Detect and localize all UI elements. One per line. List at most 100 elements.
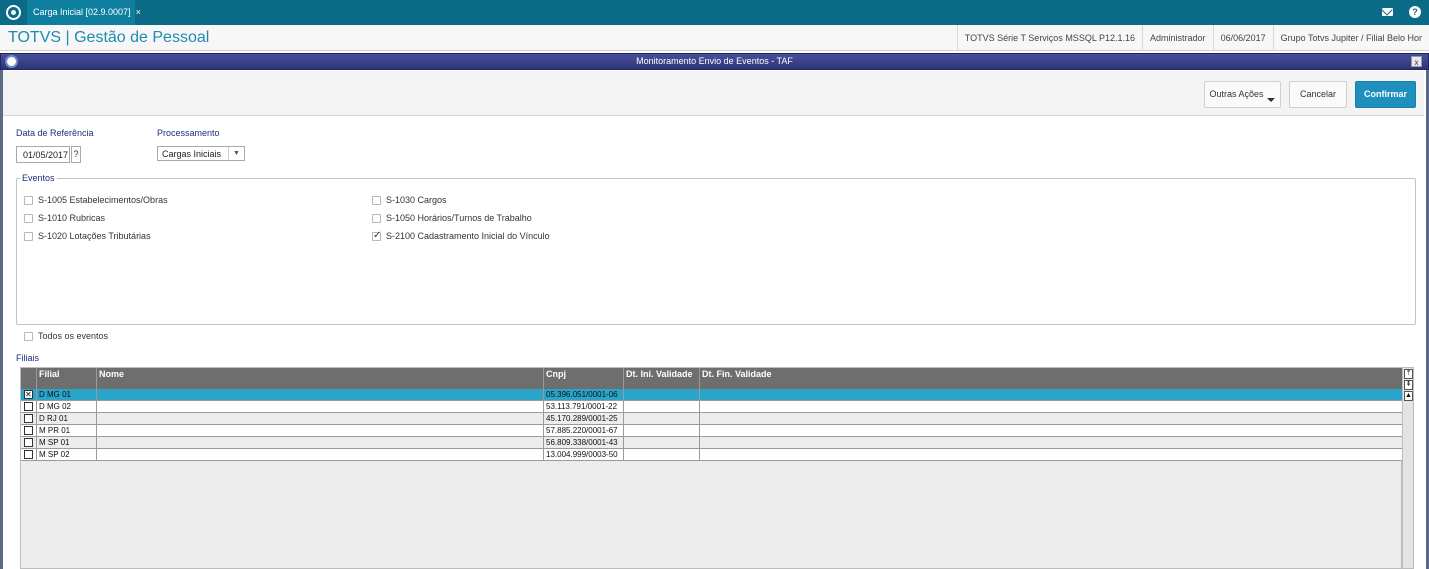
dialog-left-edge	[0, 70, 3, 569]
cell-dt-fin	[700, 437, 1403, 448]
table-row[interactable]: D MG 02 53.113.791/0001-22	[21, 401, 1403, 413]
table-row[interactable]: M PR 01 57.885.220/0001-67	[21, 425, 1403, 437]
dialog-close-button[interactable]: x	[1411, 56, 1422, 67]
table-row[interactable]: D RJ 01 45.170.289/0001-25	[21, 413, 1403, 425]
app-header: TOTVS | Gestão de Pessoal TOTVS Série T …	[0, 25, 1429, 51]
user-info: Administrador	[1142, 25, 1213, 51]
header-dt-fin-validade[interactable]: Dt. Fin. Validade	[700, 368, 1403, 389]
header-filial[interactable]: Filial	[37, 368, 97, 389]
scroll-top-icon[interactable]: ⤒	[1404, 369, 1413, 379]
chevron-down-icon: ▼	[228, 147, 244, 160]
cell-filial: M PR 01	[37, 425, 97, 436]
row-checkbox[interactable]	[24, 390, 33, 399]
date-info: 06/06/2017	[1212, 25, 1273, 51]
event-label-s2100: S-2100 Cadastramento Inicial do Vínculo	[386, 231, 550, 241]
tab-carga-inicial[interactable]: Carga Inicial [02.9.0007] ×	[27, 0, 141, 25]
cell-dt-fin	[700, 413, 1403, 424]
event-checkbox-s1005[interactable]	[24, 196, 33, 205]
cell-cnpj: 13.004.999/0003-50	[544, 449, 624, 460]
cell-dt-fin	[700, 401, 1403, 412]
filiais-title: Filiais	[16, 353, 40, 363]
event-checkbox-s1050[interactable]	[372, 214, 381, 223]
cell-dt-fin	[700, 389, 1403, 400]
row-select-cell	[21, 425, 37, 436]
row-checkbox[interactable]	[24, 426, 33, 435]
header-info: TOTVS Série T Serviços MSSQL P12.1.16 Ad…	[956, 25, 1429, 51]
cell-nome	[97, 437, 544, 448]
cell-dt-ini	[624, 425, 700, 436]
row-checkbox[interactable]	[24, 438, 33, 447]
dialog-toolbar: Outras Ações Cancelar Confirmar	[3, 71, 1424, 116]
event-label-s1005: S-1005 Estabelecimentos/Obras	[38, 195, 168, 205]
header-cnpj[interactable]: Cnpj	[544, 368, 624, 389]
scroll-up-icon[interactable]: ▲	[1404, 391, 1413, 401]
event-label-s1010: S-1010 Rubricas	[38, 213, 106, 223]
row-select-cell	[21, 437, 37, 448]
system-info: TOTVS Série T Serviços MSSQL P12.1.16	[956, 25, 1142, 51]
cell-nome	[97, 389, 544, 400]
cell-filial: D MG 01	[37, 389, 97, 400]
date-lookup-button[interactable]: ?	[71, 146, 81, 163]
row-select-cell	[21, 449, 37, 460]
cell-filial: D MG 02	[37, 401, 97, 412]
cell-cnpj: 57.885.220/0001-67	[544, 425, 624, 436]
data-referencia-input[interactable]: 01/05/2017	[16, 146, 70, 163]
header-select-column	[21, 368, 37, 389]
cell-filial: M SP 02	[37, 449, 97, 460]
filiais-table: Filial Nome Cnpj Dt. Ini. Validade Dt. F…	[20, 367, 1403, 569]
tab-close-icon[interactable]: ×	[136, 7, 141, 17]
cell-dt-ini	[624, 389, 700, 400]
table-row[interactable]: M SP 02 13.004.999/0003-50	[21, 449, 1403, 461]
table-row[interactable]: M SP 01 56.809.338/0001-43	[21, 437, 1403, 449]
row-checkbox[interactable]	[24, 450, 33, 459]
processamento-select[interactable]: Cargas Iniciais ▼	[157, 146, 245, 161]
cell-filial: M SP 01	[37, 437, 97, 448]
cell-cnpj: 45.170.289/0001-25	[544, 413, 624, 424]
app-title: TOTVS | Gestão de Pessoal	[8, 29, 210, 46]
scroll-page-up-icon[interactable]: ⇞	[1404, 380, 1413, 390]
event-checkbox-s1030[interactable]	[372, 196, 381, 205]
data-referencia-label: Data de Referência	[16, 128, 94, 138]
cell-dt-fin	[700, 449, 1403, 460]
tab-label: Carga Inicial [02.9.0007]	[33, 7, 131, 17]
cell-cnpj: 56.809.338/0001-43	[544, 437, 624, 448]
todos-eventos-checkbox[interactable]	[24, 332, 33, 341]
event-checkbox-s1010[interactable]	[24, 214, 33, 223]
cell-cnpj: 05.396.051/0001-06	[544, 389, 624, 400]
row-checkbox[interactable]	[24, 402, 33, 411]
row-select-cell	[21, 401, 37, 412]
company-info: Grupo Totvs Jupiter / Filial Belo Hor	[1272, 25, 1429, 51]
row-select-cell	[21, 389, 37, 400]
eventos-title: Eventos	[20, 173, 57, 183]
top-tab-bar: Carga Inicial [02.9.0007] × ?	[0, 0, 1429, 25]
event-checkbox-s1020[interactable]	[24, 232, 33, 241]
dialog-title-bar: Monitoramento Envio de Eventos - TAF x	[0, 53, 1429, 70]
eventos-group	[16, 178, 1416, 325]
cell-nome	[97, 401, 544, 412]
header-nome[interactable]: Nome	[97, 368, 544, 389]
table-scrollbar[interactable]: ⤒ ⇞ ▲	[1402, 367, 1414, 569]
cell-nome	[97, 425, 544, 436]
row-select-cell	[21, 413, 37, 424]
totvs-logo-icon[interactable]	[6, 5, 21, 20]
cell-nome	[97, 413, 544, 424]
header-dt-ini-validade[interactable]: Dt. Ini. Validade	[624, 368, 700, 389]
cell-nome	[97, 449, 544, 460]
outras-acoes-button[interactable]: Outras Ações	[1204, 81, 1281, 108]
cancel-button[interactable]: Cancelar	[1289, 81, 1347, 108]
cell-dt-ini	[624, 437, 700, 448]
help-icon[interactable]: ?	[1409, 6, 1421, 18]
dialog-title: Monitoramento Envio de Eventos - TAF	[636, 56, 793, 66]
row-checkbox[interactable]	[24, 414, 33, 423]
table-row[interactable]: D MG 01 05.396.051/0001-06	[21, 389, 1403, 401]
mail-icon[interactable]	[1382, 8, 1393, 16]
confirm-button[interactable]: Confirmar	[1355, 81, 1416, 108]
event-label-s1050: S-1050 Horários/Turnos de Trabalho	[386, 213, 532, 223]
cell-filial: D RJ 01	[37, 413, 97, 424]
event-label-s1020: S-1020 Lotações Tributárias	[38, 231, 151, 241]
cell-dt-ini	[624, 401, 700, 412]
event-checkbox-s2100[interactable]	[372, 230, 381, 241]
processamento-value: Cargas Iniciais	[162, 149, 222, 159]
chevron-down-icon	[1267, 98, 1275, 102]
todos-eventos-label: Todos os eventos	[38, 331, 109, 341]
